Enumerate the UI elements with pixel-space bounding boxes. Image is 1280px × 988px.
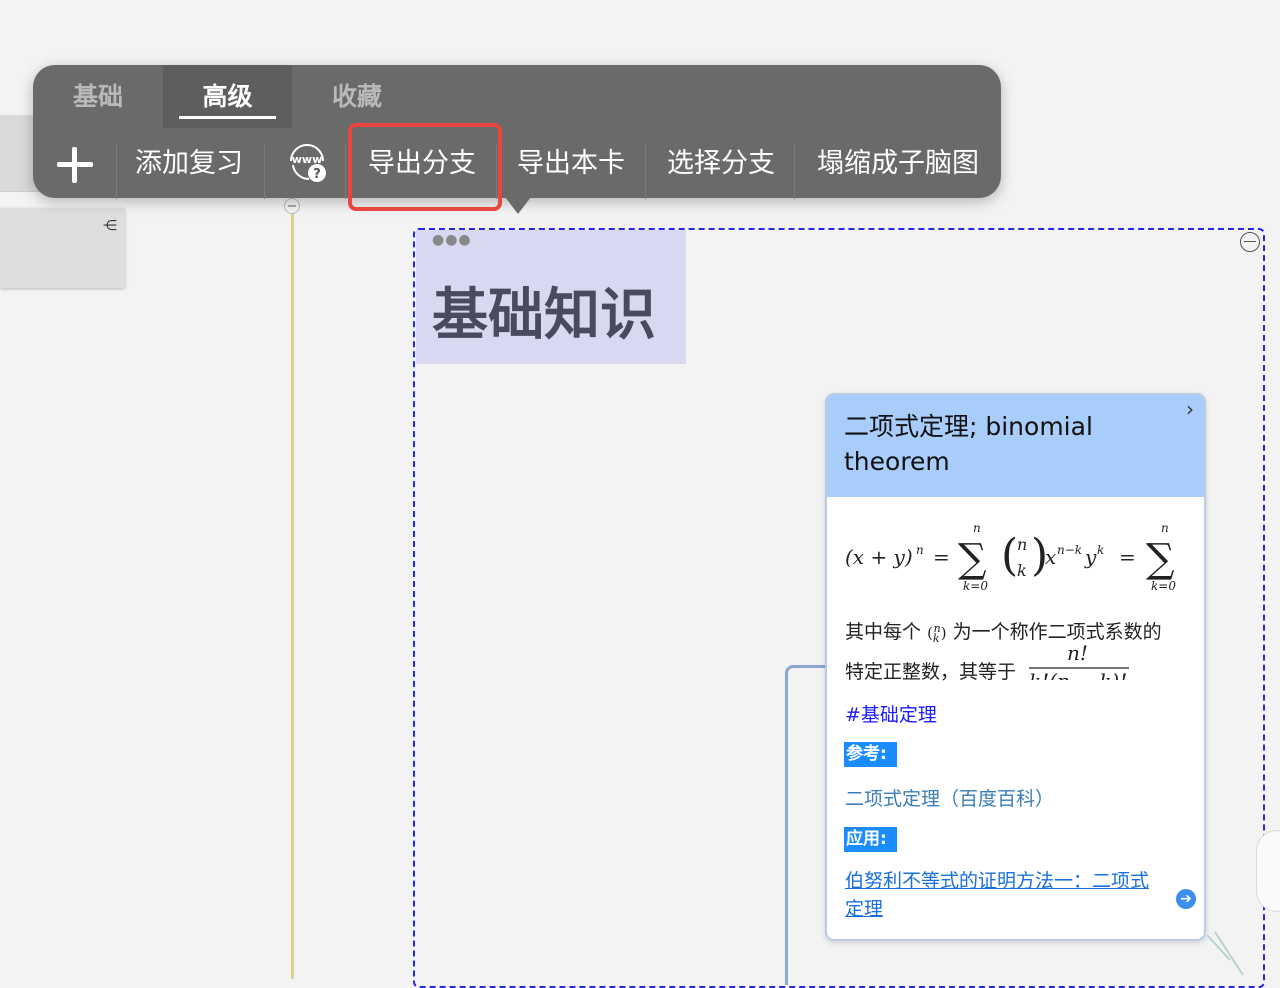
select-branch-button[interactable]: 选择分支: [653, 137, 789, 191]
connector-lines: [1206, 931, 1244, 976]
svg-text:k!(n − k)!: k!(n − k)!: [1029, 669, 1127, 680]
separator: [345, 143, 346, 199]
body-text: 其中每个: [845, 621, 922, 643]
note-card[interactable]: 二项式定理; binomial theorem › (x + y) n = n …: [825, 393, 1206, 941]
highlight-box: [348, 123, 502, 211]
svg-text:n: n: [1161, 521, 1169, 535]
svg-text:n: n: [1017, 535, 1027, 554]
export-card-button[interactable]: 导出本卡: [503, 137, 639, 191]
svg-text:∑: ∑: [1146, 536, 1175, 582]
application-link[interactable]: 伯努利不等式的证明方法一：二项式定理: [845, 867, 1165, 923]
fraction-formula: n! k!(n − k)!: [1029, 641, 1129, 680]
svg-text:n−k: n−k: [1057, 543, 1082, 557]
svg-text:(x + y): (x + y): [845, 545, 913, 569]
separator: [794, 143, 795, 199]
context-toolbar: 基础 高级 收藏 添加复习 www ? 导出分支 导出本卡 选择分支 塌缩成子脑…: [33, 65, 1001, 199]
more-icon[interactable]: ●●●: [432, 232, 472, 248]
chevron-right-icon[interactable]: ›: [1186, 397, 1194, 421]
separator: [645, 143, 646, 199]
svg-text:k=0: k=0: [963, 579, 988, 593]
hashtag[interactable]: #基础定理: [845, 700, 937, 727]
svg-text:k: k: [1097, 543, 1104, 557]
mindmap-node-left[interactable]: ⋲: [0, 208, 125, 288]
www-help-icon[interactable]: www ?: [287, 143, 327, 183]
add-review-button[interactable]: 添加复习: [123, 137, 255, 191]
svg-text:n: n: [916, 543, 924, 557]
svg-text:=: =: [1119, 545, 1136, 569]
group-title: 基础知识: [432, 283, 656, 348]
separator: [116, 143, 117, 199]
application-label: 应用:: [844, 827, 897, 852]
svg-text:x: x: [1045, 545, 1056, 569]
plus-icon[interactable]: [57, 147, 93, 183]
svg-text:?: ?: [313, 167, 321, 182]
reference-link[interactable]: 二项式定理（百度百科）: [845, 784, 1054, 811]
collapse-icon[interactable]: [284, 198, 300, 214]
card-header: 二项式定理; binomial theorem ›: [827, 395, 1204, 497]
tab-favorites[interactable]: 收藏: [292, 65, 422, 128]
svg-text:n: n: [973, 521, 981, 535]
svg-text:k=0: k=0: [1151, 579, 1176, 593]
collapse-icon[interactable]: [1240, 232, 1260, 252]
arrow-right-icon[interactable]: ➔: [1176, 889, 1196, 909]
svg-text:n!: n!: [1067, 641, 1088, 665]
toolbar-pointer: [505, 197, 531, 214]
collapse-submap-button[interactable]: 塌缩成子脑图: [803, 137, 993, 191]
svg-text:=: =: [933, 545, 950, 569]
card-title: 二项式定理; binomial theorem: [844, 412, 1093, 476]
svg-text:k: k: [1017, 561, 1027, 580]
svg-text:y: y: [1084, 545, 1097, 569]
connector-line: [291, 206, 294, 979]
branch-icon: ⋲: [103, 218, 117, 234]
card-body-line: 特定正整数，其等于: [845, 661, 1017, 683]
connector-line: [785, 665, 827, 985]
binomial-formula: (x + y) n = n ∑ k=0 ( n k ) x n−k y k = …: [845, 521, 1176, 593]
side-panel-edge[interactable]: [1256, 830, 1280, 912]
svg-text:(: (: [1001, 530, 1018, 581]
separator: [264, 143, 265, 199]
reference-label: 参考:: [844, 742, 897, 767]
binomial-coefficient: (kn): [927, 622, 947, 645]
tab-basic[interactable]: 基础: [33, 65, 163, 128]
active-tab-indicator: [179, 116, 276, 119]
svg-text:∑: ∑: [958, 536, 987, 582]
